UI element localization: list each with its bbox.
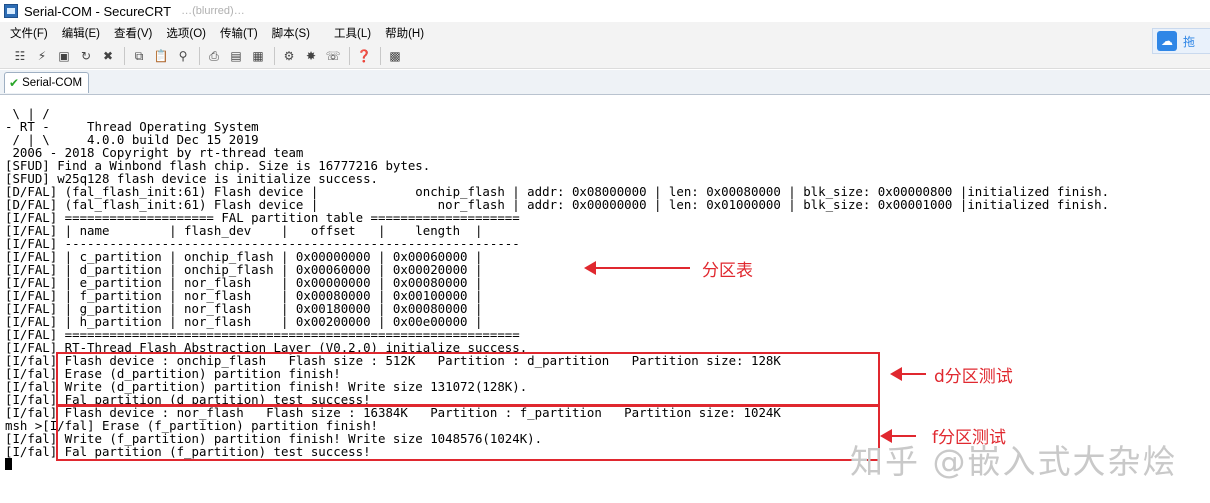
copy-icon[interactable]: ⧉ [131, 48, 147, 64]
toolbar-separator [349, 46, 350, 65]
printer-setup-icon[interactable]: ▦ [250, 48, 266, 64]
disconnect-icon[interactable]: ✖ [100, 48, 116, 64]
partition-table-arrow [584, 261, 690, 275]
toolbar-separator [199, 46, 200, 65]
toolbar: ☷ ⚡ ▣ ↻ ✖ ⧉ 📋 ⚲ ⎙ ▤ ▦ ⚙ ✸ ☏ ❓ ▩ [0, 43, 1210, 69]
d-test-label: d分区测试 [934, 367, 1013, 387]
window-title-suffix: …(blurred)… [181, 5, 245, 17]
print-selection-icon[interactable]: ▤ [228, 48, 244, 64]
global-options-icon[interactable]: ✸ [303, 48, 319, 64]
menu-script[interactable]: 脚本(S) [272, 25, 310, 41]
menu-help[interactable]: 帮助(H) [385, 25, 424, 41]
cloud-share-icon: ☁ [1157, 31, 1177, 51]
d-partition-test-highlight [56, 352, 880, 406]
watermark: 知乎 @嵌入式大杂烩 [850, 442, 1178, 481]
securecrt-app-icon [4, 4, 18, 18]
terminal-cursor [5, 458, 12, 470]
connect-tab-icon[interactable]: ▣ [56, 48, 72, 64]
menu-view[interactable]: 查看(V) [114, 25, 152, 41]
window-title: Serial-COM - SecureCRT [24, 3, 172, 19]
f-partition-test-highlight [56, 405, 880, 461]
menu-bar: 文件(F) 编辑(E) 查看(V) 选项(O) 传输(T) 脚本(S) 工具(L… [0, 22, 1210, 43]
session-options-icon[interactable]: ⚙ [281, 48, 297, 64]
toolbar-separator [274, 46, 275, 65]
connect-icon[interactable]: ☷ [12, 48, 28, 64]
title-bar: Serial-COM - SecureCRT …(blurred)… [0, 0, 1210, 23]
terminal-output[interactable]: \ | / - RT - Thread Operating System / |… [0, 95, 1210, 503]
paste-icon[interactable]: 📋 [153, 48, 169, 64]
side-float-widget[interactable]: ☁ 拖 [1152, 28, 1210, 54]
menu-edit[interactable]: 编辑(E) [62, 25, 100, 41]
menu-tools[interactable]: 工具(L) [334, 25, 371, 41]
reconnect-icon[interactable]: ↻ [78, 48, 94, 64]
session-tab-bar: ✔ Serial-COM [0, 70, 1210, 95]
help-icon[interactable]: ❓ [356, 48, 372, 64]
connected-check-icon: ✔ [9, 76, 20, 90]
find-icon[interactable]: ⚲ [175, 48, 191, 64]
toolbar-separator [124, 46, 125, 65]
about-icon[interactable]: ▩ [387, 48, 403, 64]
menu-options[interactable]: 选项(O) [166, 25, 206, 41]
side-widget-text: 拖 [1183, 34, 1196, 49]
menu-file[interactable]: 文件(F) [10, 25, 48, 41]
tab-label: Serial-COM [22, 77, 83, 89]
d-test-arrow [890, 367, 926, 381]
tab-serial-com[interactable]: ✔ Serial-COM [4, 72, 89, 93]
quick-connect-icon[interactable]: ⚡ [34, 48, 50, 64]
keymap-icon[interactable]: ☏ [325, 48, 341, 64]
print-icon[interactable]: ⎙ [206, 48, 222, 64]
partition-table-label: 分区表 [702, 261, 753, 281]
menu-transfer[interactable]: 传输(T) [220, 25, 258, 41]
toolbar-separator [380, 46, 381, 65]
